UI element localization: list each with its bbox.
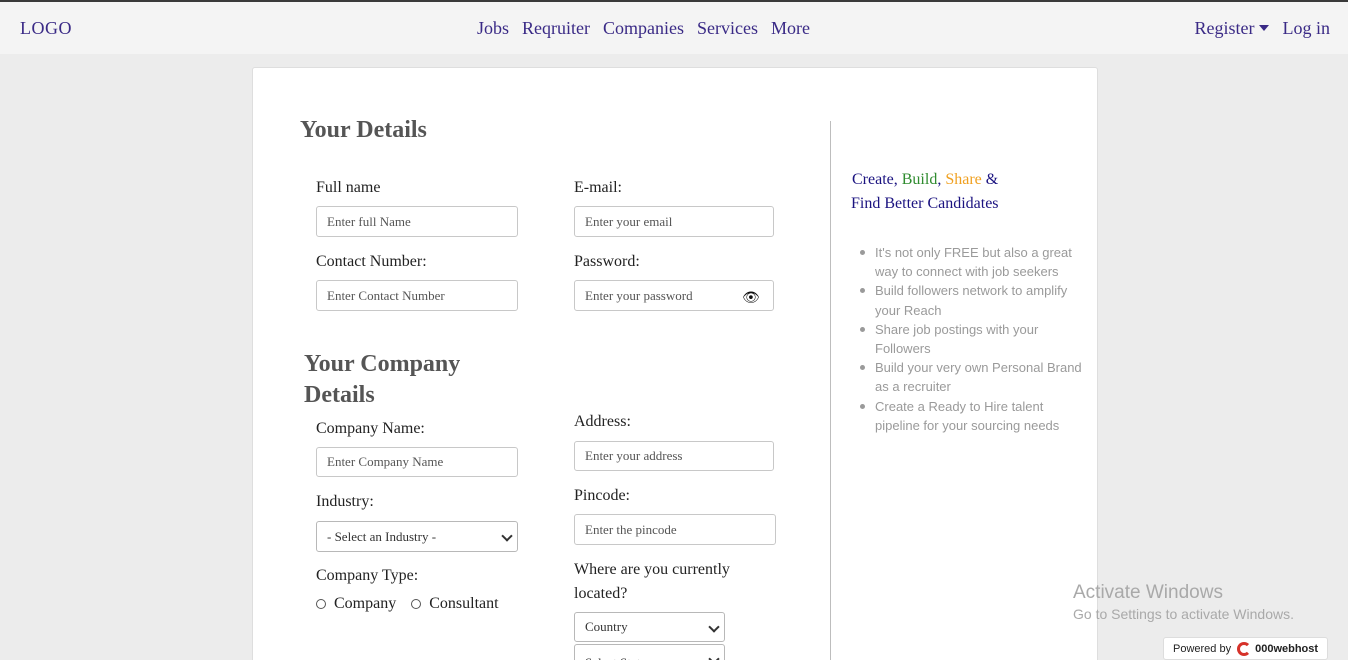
nav-companies[interactable]: Companies bbox=[603, 18, 684, 39]
company-name-input[interactable] bbox=[316, 447, 518, 477]
your-details-heading: Your Details bbox=[300, 117, 427, 143]
promo-create: Create bbox=[852, 171, 894, 188]
pincode-input[interactable] bbox=[574, 514, 776, 545]
benefits-list: It's not only FREE but also a great way … bbox=[857, 243, 1087, 435]
nav-links: Jobs Reqruiter Companies Services More bbox=[477, 18, 810, 39]
company-radio[interactable] bbox=[316, 599, 326, 609]
contact-number-label: Contact Number: bbox=[316, 253, 427, 270]
column-divider bbox=[830, 121, 831, 660]
contact-number-input[interactable] bbox=[316, 280, 518, 311]
full-name-label: Full name bbox=[316, 179, 381, 196]
promo-tagline: Create, Build, Share & Find Better Candi… bbox=[851, 168, 999, 216]
nav-more[interactable]: More bbox=[771, 18, 810, 39]
company-type-label: Company Type: bbox=[316, 567, 419, 584]
powered-by-badge[interactable]: Powered by 000webhost bbox=[1163, 637, 1328, 660]
company-type-radios: Company Consultant bbox=[316, 595, 499, 613]
address-label: Address: bbox=[574, 413, 631, 430]
register-dropdown[interactable]: Register bbox=[1195, 18, 1269, 39]
full-name-input[interactable] bbox=[316, 206, 518, 237]
company-details-heading: Your Company Details bbox=[304, 349, 460, 411]
industry-selected: - Select an Industry - bbox=[327, 528, 437, 544]
company-radio-label: Company bbox=[334, 595, 397, 612]
activate-windows-watermark: Activate Windows Go to Settings to activ… bbox=[1073, 582, 1294, 622]
email-input[interactable] bbox=[574, 206, 774, 237]
promo-share: Share bbox=[945, 171, 982, 188]
nav-auth: Register Log in bbox=[1195, 18, 1331, 39]
password-label: Password: bbox=[574, 253, 640, 270]
promo-amp: & bbox=[985, 171, 999, 188]
chevron-down-icon bbox=[708, 653, 720, 660]
benefit-item: It's not only FREE but also a great way … bbox=[857, 243, 1087, 281]
eye-icon[interactable]: 👁 bbox=[742, 290, 760, 307]
registration-card: Your Details Full name E-mail: Contact N… bbox=[252, 67, 1098, 660]
activate-title: Activate Windows bbox=[1073, 582, 1223, 603]
webhost-logo-icon bbox=[1237, 641, 1252, 656]
consultant-radio-label: Consultant bbox=[429, 595, 499, 612]
chevron-down-icon bbox=[501, 530, 513, 542]
nav-jobs[interactable]: Jobs bbox=[477, 18, 509, 39]
promo-line2: Find Better Candidates bbox=[851, 195, 999, 212]
benefit-item: Create a Ready to Hire talent pipeline f… bbox=[857, 397, 1087, 435]
state-select[interactable]: Select State bbox=[574, 644, 725, 660]
email-label: E-mail: bbox=[574, 179, 622, 196]
industry-label: Industry: bbox=[316, 493, 374, 510]
consultant-radio[interactable] bbox=[411, 599, 422, 609]
logo[interactable]: LOGO bbox=[20, 18, 72, 39]
activate-subtitle: Go to Settings to activate Windows. bbox=[1073, 606, 1294, 622]
location-label-line1: Where are you currently bbox=[574, 561, 730, 578]
nav-recruiter[interactable]: Reqruiter bbox=[522, 18, 590, 39]
location-label-line2: located? bbox=[574, 585, 628, 602]
country-selected: Country bbox=[585, 619, 628, 634]
state-selected: Select State bbox=[585, 655, 646, 660]
host-brand: 000webhost bbox=[1237, 641, 1319, 656]
company-heading-line2: Details bbox=[304, 382, 375, 408]
caret-down-icon bbox=[1258, 25, 1269, 31]
company-heading-line1: Your Company bbox=[304, 351, 461, 377]
industry-select[interactable]: - Select an Industry - bbox=[316, 521, 518, 552]
chevron-down-icon bbox=[708, 621, 720, 633]
address-input[interactable] bbox=[574, 441, 774, 471]
host-brand-label: 000webhost bbox=[1255, 642, 1319, 655]
promo-build: Build bbox=[901, 171, 938, 188]
location-label: Where are you currently located? bbox=[574, 558, 730, 606]
powered-by-label: Powered by bbox=[1173, 642, 1232, 655]
country-select[interactable]: Country bbox=[574, 612, 725, 642]
login-link[interactable]: Log in bbox=[1283, 18, 1331, 39]
benefit-item: Build followers network to amplify your … bbox=[857, 281, 1087, 319]
nav-services[interactable]: Services bbox=[697, 18, 758, 39]
company-name-label: Company Name: bbox=[316, 420, 425, 437]
pincode-label: Pincode: bbox=[574, 487, 630, 504]
register-label: Register bbox=[1194, 18, 1255, 38]
benefit-item: Share job postings with your Followers bbox=[857, 320, 1087, 358]
benefit-item: Build your very own Personal Brand as a … bbox=[857, 358, 1087, 396]
navbar: LOGO Jobs Reqruiter Companies Services M… bbox=[0, 2, 1348, 54]
